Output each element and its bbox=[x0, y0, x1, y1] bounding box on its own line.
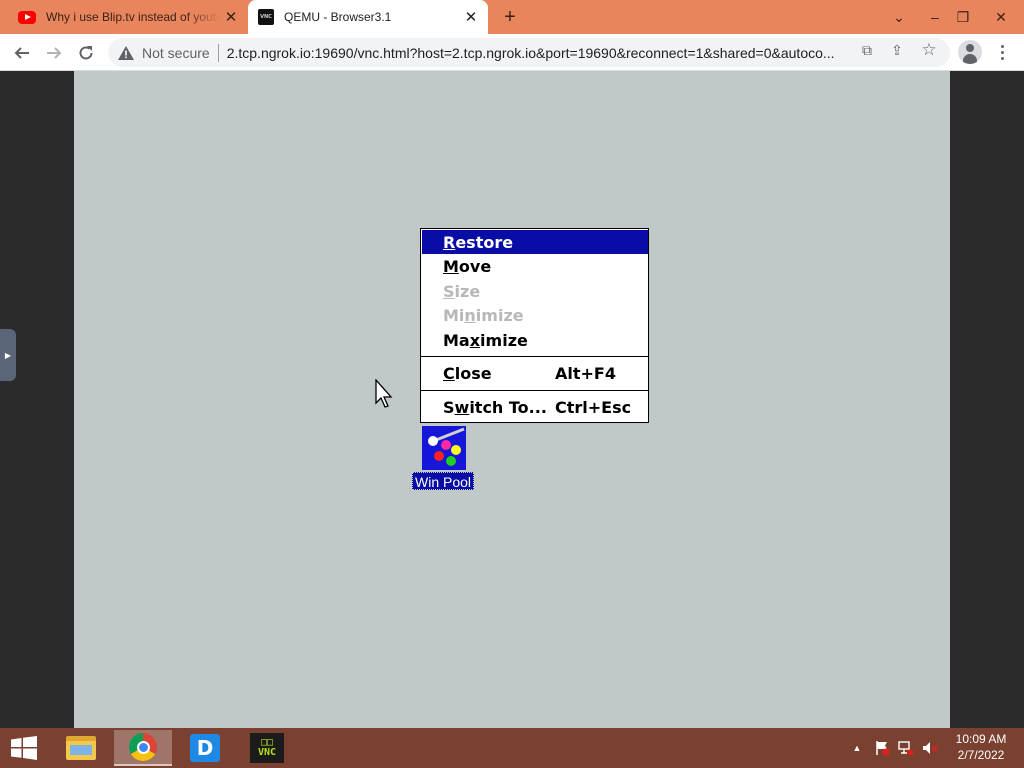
clock-time: 10:09 AM bbox=[955, 732, 1007, 746]
menu-item-switch-to[interactable]: Sw itch To... Ctrl+Esc bbox=[422, 395, 648, 419]
forward-button[interactable] bbox=[40, 39, 68, 67]
file-explorer-icon bbox=[66, 736, 96, 760]
shortcut-label: Alt+F4 bbox=[555, 363, 616, 383]
address-bar[interactable]: Not secure 2.tcp.ngrok.io:19690/vnc.html… bbox=[108, 38, 950, 67]
menu-item-maximize[interactable]: Ma x imize bbox=[422, 328, 648, 352]
warning-icon[interactable] bbox=[118, 45, 134, 61]
action-center-flag-icon[interactable] bbox=[872, 728, 892, 768]
forward-arrow-icon bbox=[47, 47, 62, 59]
pool-cue-icon bbox=[428, 427, 465, 466]
open-in-new-icon[interactable]: ⧉ bbox=[858, 41, 876, 59]
bookmark-star-icon[interactable]: ☆ bbox=[920, 40, 938, 59]
browser-toolbar: Not secure 2.tcp.ngrok.io:19690/vnc.html… bbox=[0, 34, 1024, 71]
new-tab-button[interactable]: + bbox=[498, 5, 522, 29]
icon-label-win-pool[interactable]: Win Pool bbox=[412, 472, 475, 490]
vnc-icon: VNC bbox=[258, 9, 274, 25]
show-hidden-icons-chevron[interactable]: ▲ bbox=[850, 728, 864, 768]
menu-item-restore[interactable]: Restore bbox=[422, 230, 648, 254]
taskbar-chrome[interactable] bbox=[114, 730, 172, 766]
start-button[interactable] bbox=[0, 728, 48, 768]
clock-date: 2/7/2022 bbox=[957, 748, 1005, 762]
menu-separator bbox=[421, 356, 648, 358]
back-button[interactable] bbox=[8, 39, 36, 67]
url-text[interactable]: 2.tcp.ngrok.io:19690/vnc.html?host=2.tcp… bbox=[227, 45, 847, 61]
windows-logo-icon bbox=[11, 736, 37, 760]
system-menu: Restore Move Size Mi n imize Ma x imize Clos… bbox=[420, 228, 649, 423]
browser-tab-strip: Why i use Blip.tv instead of youtube ✕ V… bbox=[0, 0, 1024, 34]
menu-item-minimize: Mi n imize bbox=[443, 305, 524, 325]
tab-close-icon[interactable]: ✕ bbox=[460, 6, 482, 28]
billiards-icon[interactable] bbox=[422, 426, 466, 470]
tab-close-icon[interactable]: ✕ bbox=[220, 6, 242, 28]
back-arrow-icon bbox=[14, 47, 29, 59]
security-label[interactable]: Not secure bbox=[142, 45, 210, 61]
menu-separator bbox=[421, 390, 648, 392]
volume-muted-icon[interactable] bbox=[920, 728, 940, 768]
vnc-control-bar-handle[interactable]: ▶ bbox=[0, 329, 16, 381]
youtube-icon bbox=[18, 10, 36, 24]
chrome-icon bbox=[129, 733, 157, 761]
share-icon[interactable]: ⇪ bbox=[888, 41, 906, 59]
tab-search-chevron-icon[interactable]: ⌄ bbox=[882, 0, 916, 34]
tab-title: Why i use Blip.tv instead of youtube bbox=[46, 10, 220, 24]
shortcut-label: Ctrl+Esc bbox=[555, 397, 632, 417]
close-window-button[interactable]: ✕ bbox=[984, 0, 1018, 34]
tab-title: QEMU - Browser3.1 bbox=[284, 10, 392, 24]
mouse-pointer-icon bbox=[375, 379, 393, 408]
taskbar-d-app[interactable]: D bbox=[176, 730, 234, 766]
windows-taskbar: D □□ VNC ▲ 10:09 AM 2/7/2022 bbox=[0, 728, 1024, 768]
browser-menu-icon[interactable] bbox=[994, 40, 1010, 64]
network-icon[interactable] bbox=[896, 728, 916, 768]
system-clock[interactable]: 10:09 AM 2/7/2022 bbox=[944, 731, 1018, 763]
tab-youtube[interactable]: Why i use Blip.tv instead of youtube ✕ bbox=[8, 0, 248, 34]
menu-item-move[interactable]: Move bbox=[422, 254, 648, 278]
guest-desktop[interactable]: Restore Move Size Mi n imize Ma x imize Clos… bbox=[74, 71, 950, 728]
vnc-viewer-icon: □□ VNC bbox=[250, 733, 284, 763]
taskbar-vnc-viewer[interactable]: □□ VNC bbox=[238, 730, 296, 766]
menu-item-close[interactable]: Close Alt+F4 bbox=[422, 361, 648, 385]
d-app-icon: D bbox=[190, 734, 220, 762]
reload-icon bbox=[79, 46, 93, 60]
reload-button[interactable] bbox=[72, 39, 100, 67]
restore-window-button[interactable]: ❐ bbox=[946, 0, 980, 34]
separator bbox=[217, 43, 219, 62]
vnc-viewport: ▶ Restore Move Size Mi n imize Ma x imize Cl… bbox=[0, 71, 1024, 728]
tab-qemu[interactable]: VNC QEMU - Browser3.1 ✕ bbox=[248, 0, 488, 34]
expand-arrow-icon: ▶ bbox=[4, 350, 12, 360]
profile-avatar-icon[interactable] bbox=[958, 40, 982, 64]
taskbar-file-explorer[interactable] bbox=[52, 730, 110, 766]
menu-item-size: Size bbox=[443, 281, 481, 301]
